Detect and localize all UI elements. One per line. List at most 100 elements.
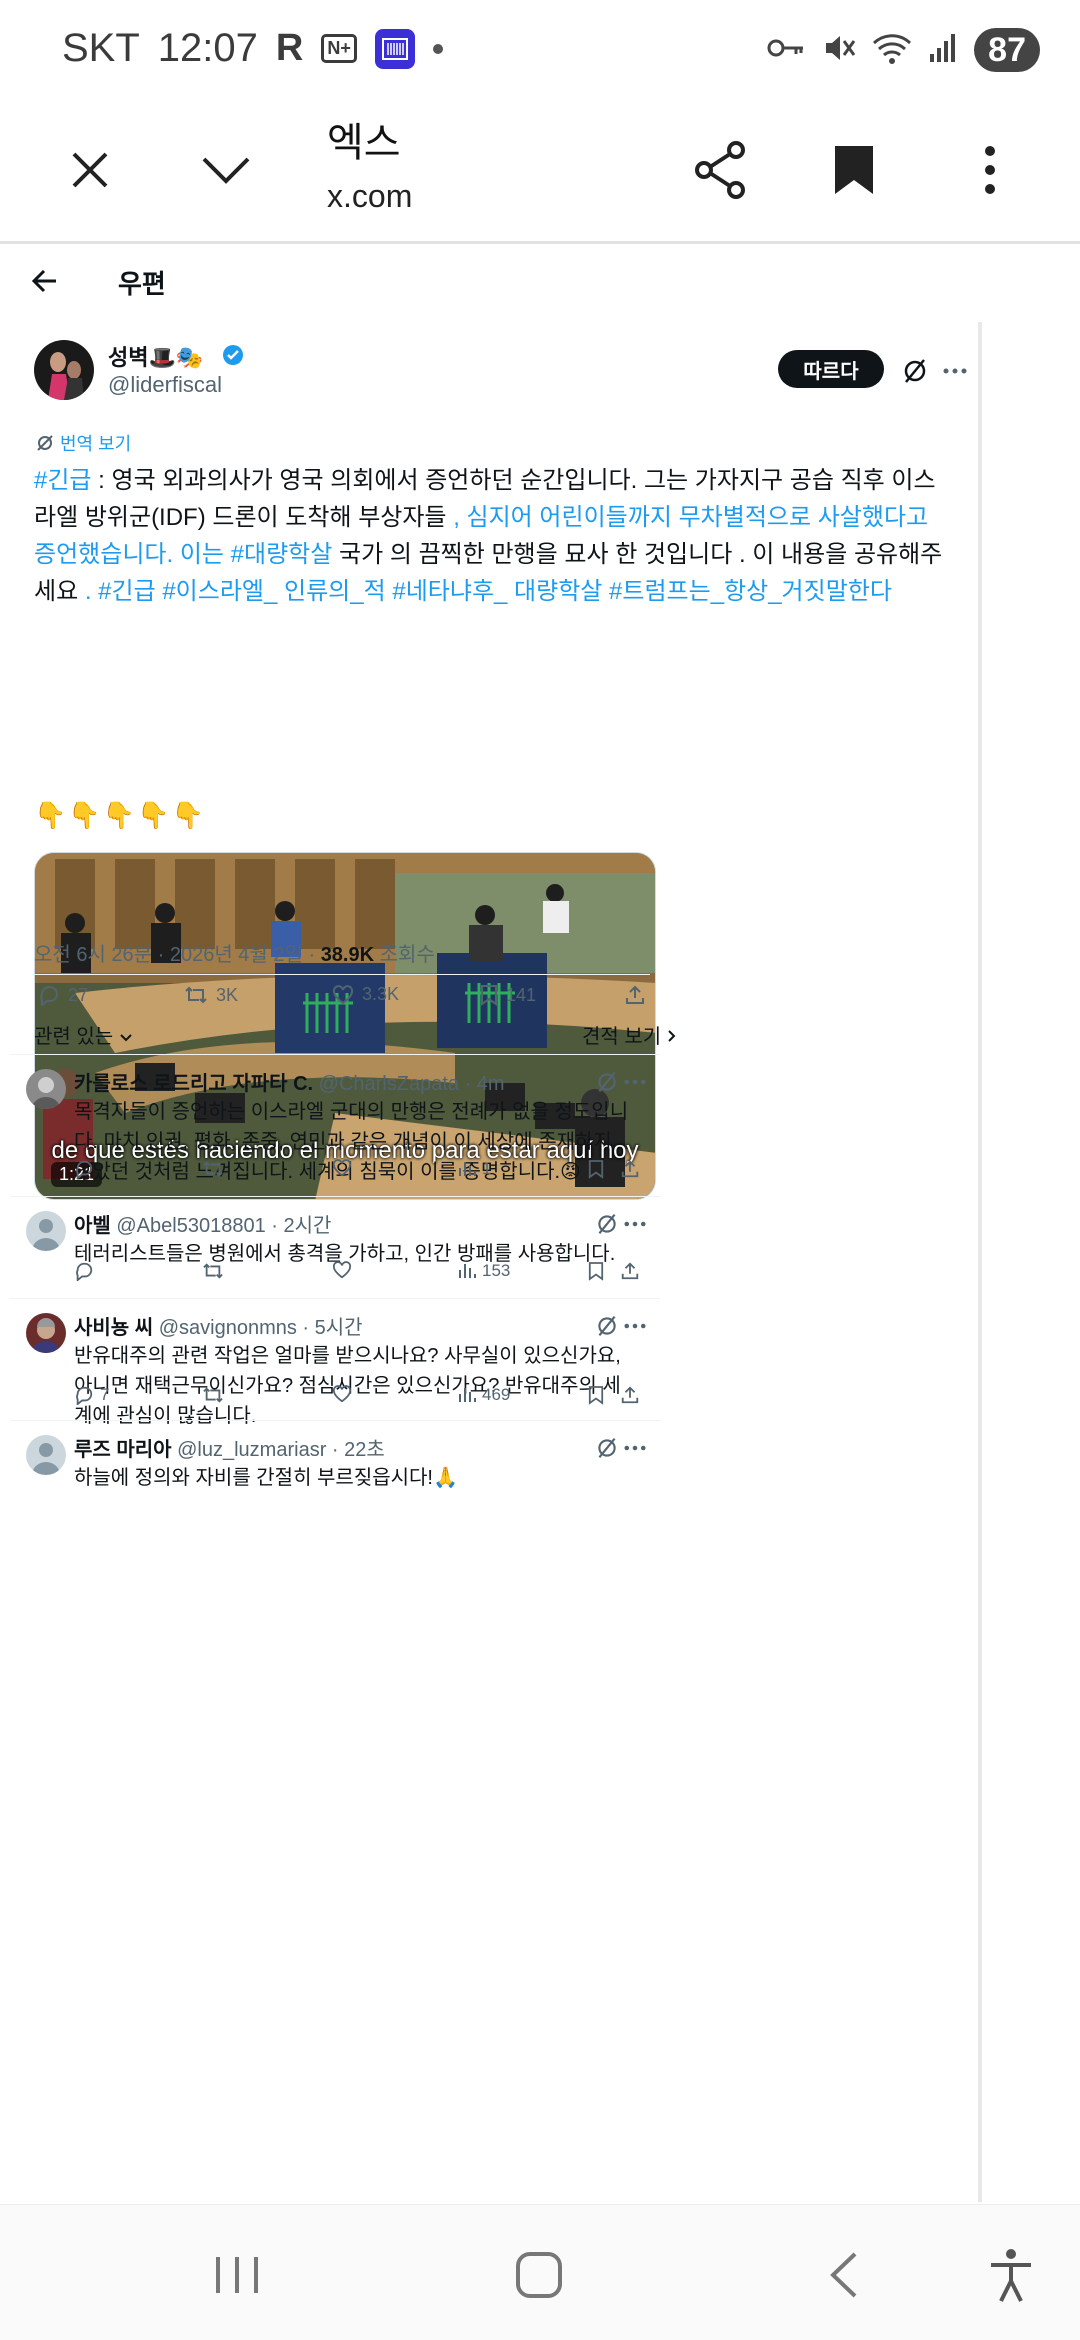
- quotes-label: 견적 보기: [582, 1026, 662, 1048]
- grok-icon[interactable]: [594, 1211, 620, 1237]
- reply-author-name[interactable]: 사비뇽 씨: [74, 1317, 153, 1339]
- view-count: 38.9K: [320, 944, 375, 966]
- reply-author-name[interactable]: 루즈 마리아: [74, 1439, 172, 1461]
- share-button[interactable]: [620, 1159, 640, 1179]
- reply-avatar[interactable]: [26, 1211, 66, 1251]
- reply-author-handle[interactable]: @luz_luzmariasr · 22초: [177, 1439, 385, 1461]
- views-button[interactable]: 153: [458, 1261, 510, 1281]
- bookmark-button[interactable]: [588, 1159, 604, 1179]
- clock: 12:07: [157, 26, 258, 70]
- bookmark-button[interactable]: [588, 1261, 604, 1281]
- views-button[interactable]: 1: [458, 1159, 491, 1179]
- battery-indicator: 87: [974, 28, 1040, 72]
- bookmark-button[interactable]: 141: [480, 984, 536, 1006]
- tweet-header: 성벽🎩🎭 @liderfiscal 따르다: [34, 340, 974, 410]
- grok-icon[interactable]: [594, 1069, 620, 1095]
- more-horizontal-icon[interactable]: [622, 1211, 648, 1237]
- tweet-body: #긴급 : 영국 외과의사가 영국 의회에서 증언하던 순간입니다. 그는 가자…: [34, 462, 954, 610]
- reply-header: 사비뇽 씨 @savignonmns · 5시간: [74, 1311, 363, 1340]
- tweet-meta: 오전 6시 26분 · 2026년 4월 2일 · 38.9K 조회수: [34, 938, 435, 967]
- reply-item[interactable]: 아벨 @Abel53018801 · 2시간 테러리스트들은 병원에서 총격을 …: [10, 1196, 660, 1298]
- author-avatar[interactable]: [34, 340, 94, 400]
- repost-button[interactable]: 3K: [184, 984, 238, 1006]
- accessibility-icon[interactable]: [966, 2245, 1056, 2305]
- author-handle[interactable]: @liderfiscal: [108, 372, 222, 398]
- more-horizontal-icon[interactable]: [622, 1069, 648, 1095]
- share-icon[interactable]: [680, 130, 760, 210]
- hashtag-list[interactable]: . #긴급 #이스라엘_ 인류의_적 #네타냐후_ 대량학살 #트럼프는_항상_…: [85, 578, 892, 605]
- bookmark-count: 141: [506, 984, 537, 1005]
- r-indicator: R: [275, 27, 304, 69]
- follow-button[interactable]: 따르다: [778, 350, 884, 388]
- reply-author-handle[interactable]: @Abel53018801 · 2시간: [116, 1215, 331, 1237]
- divider: [34, 974, 650, 975]
- grok-icon[interactable]: [900, 356, 930, 386]
- hashtag-genocide[interactable]: #대량학살: [231, 541, 333, 568]
- like-button[interactable]: [332, 1159, 352, 1177]
- more-horizontal-icon[interactable]: [940, 356, 970, 386]
- reply-button[interactable]: [74, 1159, 94, 1179]
- like-button[interactable]: [332, 1385, 352, 1403]
- hashtag-urgent[interactable]: #긴급: [34, 467, 92, 494]
- reply-icon: [40, 986, 58, 1006]
- grok-icon[interactable]: [594, 1435, 620, 1461]
- like-button[interactable]: [332, 1261, 352, 1279]
- home-icon[interactable]: [494, 2245, 584, 2305]
- reply-avatar[interactable]: [26, 1069, 66, 1109]
- tweet-actions: 27 3K 3.3K 141: [34, 984, 650, 1024]
- translate-icon: [37, 435, 53, 451]
- bookmark-icon[interactable]: [814, 130, 894, 210]
- view-quotes-link[interactable]: 견적 보기: [582, 1020, 677, 1049]
- reply-author-handle[interactable]: @savignonmns · 5시간: [159, 1317, 363, 1339]
- bookmark-button[interactable]: [588, 1385, 604, 1405]
- chevron-down-icon: [120, 1034, 132, 1042]
- translate-link[interactable]: 번역 보기: [36, 430, 131, 456]
- content-edge: [978, 322, 982, 2202]
- key-icon: [766, 33, 806, 68]
- share-button[interactable]: [620, 1385, 640, 1405]
- share-button[interactable]: [624, 984, 646, 1006]
- reply-item[interactable]: 카를로스 로드리고 자파타 C. @CharlsZapata · 4m 목격자들…: [10, 1054, 660, 1196]
- like-button[interactable]: 3.3K: [332, 984, 399, 1005]
- reply-actions: 7 469: [74, 1385, 644, 1415]
- reply-author-name[interactable]: 카를로스 로드리고 자파타 C.: [74, 1073, 313, 1095]
- reply-author-handle[interactable]: @CharlsZapata · 4m: [319, 1073, 505, 1095]
- reply-item[interactable]: 루즈 마리아 @luz_luzmariasr · 22초 하늘에 정의와 자비를…: [10, 1420, 660, 1490]
- repost-button[interactable]: [202, 1385, 224, 1405]
- reply-button[interactable]: [74, 1261, 94, 1281]
- more-horizontal-icon[interactable]: [622, 1435, 648, 1461]
- reply-actions: 1: [74, 1159, 644, 1189]
- reply-actions: 153: [74, 1261, 644, 1291]
- recent-apps-icon[interactable]: [192, 2245, 282, 2305]
- reply-button[interactable]: 27: [38, 984, 88, 1006]
- more-vertical-icon[interactable]: [950, 130, 1030, 210]
- grok-icon[interactable]: [594, 1313, 620, 1339]
- share-button[interactable]: [620, 1261, 640, 1281]
- views-icon: [459, 1388, 476, 1402]
- chevron-down-icon[interactable]: [186, 130, 266, 210]
- author-name[interactable]: 성벽🎩🎭: [108, 340, 203, 372]
- bookmark-outline-icon: [481, 985, 497, 1006]
- repost-button[interactable]: [202, 1261, 224, 1281]
- views-icon: [459, 1162, 476, 1176]
- browser-title-block: 엑스 x.com: [327, 110, 412, 215]
- reply-item[interactable]: 사비뇽 씨 @savignonmns · 5시간 반유대주의 관련 작업은 얼마…: [10, 1298, 660, 1427]
- views-button[interactable]: 469: [458, 1385, 510, 1405]
- reply-avatar[interactable]: [26, 1313, 66, 1353]
- pointing-down-emojis: 👇👇👇👇👇: [34, 800, 206, 830]
- reply-button[interactable]: 7: [74, 1385, 109, 1405]
- wifi-icon: [872, 31, 912, 70]
- reply-avatar[interactable]: [26, 1435, 66, 1475]
- views-icon: [459, 1264, 476, 1278]
- repost-icon: [185, 986, 207, 1004]
- back-arrow-icon[interactable]: [30, 266, 60, 301]
- close-icon[interactable]: [50, 130, 130, 210]
- more-horizontal-icon[interactable]: [622, 1313, 648, 1339]
- related-sort-dropdown[interactable]: 관련 있는: [34, 1020, 133, 1049]
- tweet-thread: 성벽🎩🎭 @liderfiscal 따르다 번역 보기 #긴급 : 영국 외과의…: [10, 322, 980, 2202]
- tweet-timestamp[interactable]: 오전 6시 26분 · 2026년 4월 2일 ·: [34, 944, 321, 966]
- reply-author-name[interactable]: 아벨: [74, 1215, 111, 1237]
- related-label: 관련 있는: [34, 1026, 114, 1048]
- back-icon[interactable]: [798, 2245, 888, 2305]
- repost-button[interactable]: [202, 1159, 224, 1179]
